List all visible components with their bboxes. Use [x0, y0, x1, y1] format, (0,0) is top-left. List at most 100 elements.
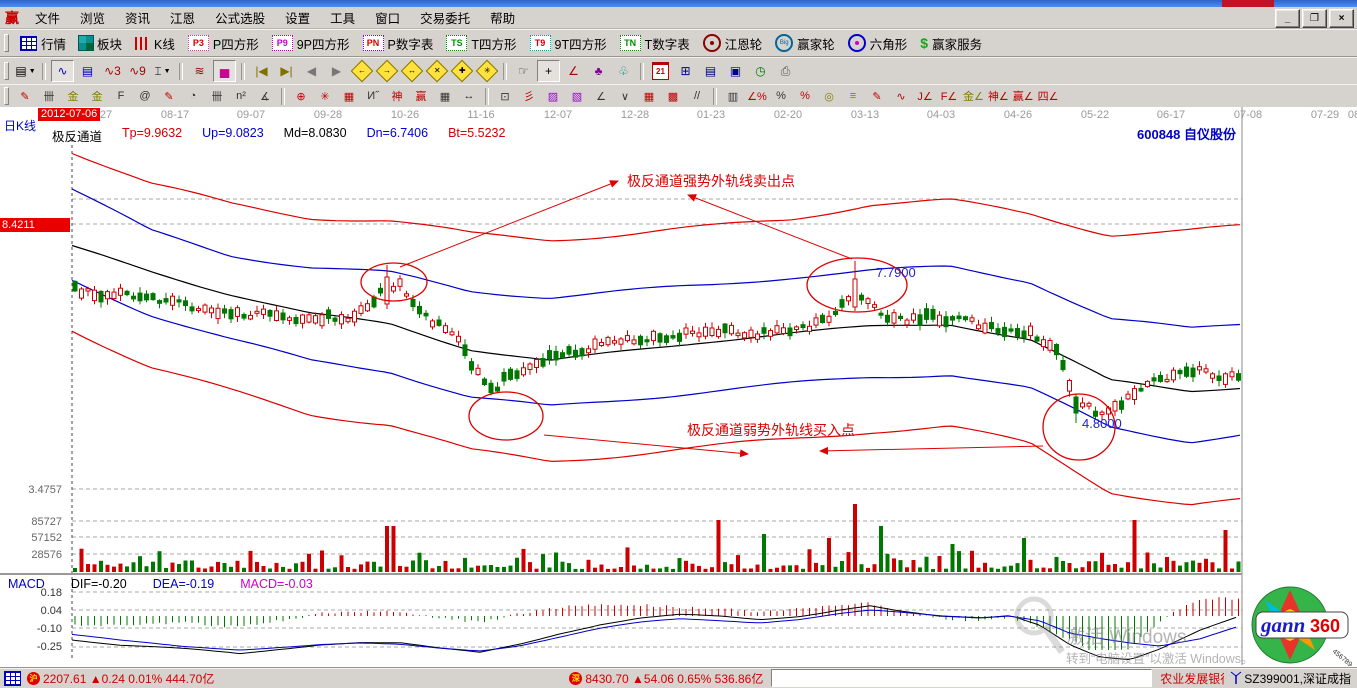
draw-grid-fan-2[interactable]: ▧: [566, 87, 588, 106]
tool-color-histogram[interactable]: ▅: [213, 60, 236, 82]
draw-gold-section-1[interactable]: 金: [62, 87, 84, 106]
menu-item-5[interactable]: 设置: [275, 6, 320, 29]
tool-region-zoom[interactable]: ∿: [51, 60, 74, 82]
toolbar-grip[interactable]: [4, 62, 9, 80]
tool-flower-tool[interactable]: ♣: [587, 60, 610, 82]
tool-prev-page[interactable]: ◀: [300, 60, 323, 82]
draw-grid-fan-1[interactable]: ▨: [542, 87, 564, 106]
tool-hand-tool[interactable]: ☞: [512, 60, 535, 82]
tool-gann-right[interactable]: →: [375, 60, 398, 82]
status-input-box[interactable]: [771, 669, 1152, 687]
draw-gold-angle[interactable]: 金∠: [962, 87, 985, 106]
toolbar-quotes[interactable]: 行情: [14, 32, 72, 55]
menu-item-6[interactable]: 工具: [320, 6, 365, 29]
tool-pattern-tool[interactable]: ≋: [188, 60, 211, 82]
draw-grid-123[interactable]: ▦: [434, 87, 456, 106]
draw-column-count[interactable]: ▥: [722, 87, 744, 106]
draw-parallel-lines[interactable]: //: [686, 87, 708, 106]
draw-grid-red-1[interactable]: ▦: [638, 87, 660, 106]
tool-gann-both[interactable]: ↔: [400, 60, 423, 82]
toolbar-winner-wheel[interactable]: Big赢家轮: [769, 32, 841, 55]
minimize-button[interactable]: _: [1275, 9, 1300, 28]
draw-gold-circle[interactable]: ◎: [818, 87, 840, 106]
draw-j-angle[interactable]: J∠: [914, 87, 936, 106]
quote-grid-icon[interactable]: [4, 671, 21, 686]
tool-next-page[interactable]: ▶: [325, 60, 348, 82]
chart-panel[interactable]: 07-2708-1709-0709-2810-2611-1612-0712-28…: [0, 107, 1357, 667]
draw-pen-measure[interactable]: ✎: [158, 87, 180, 106]
draw-f-angle[interactable]: F∠: [938, 87, 960, 106]
toolbar-sectors[interactable]: 板块: [73, 32, 128, 55]
tool-brain-tool[interactable]: ♧: [612, 60, 635, 82]
tool-period-selector[interactable]: ▤▼: [14, 60, 37, 82]
stock-label[interactable]: 600848 自仪股份: [1137, 124, 1236, 143]
draw-span-arrow[interactable]: ↔: [458, 87, 480, 106]
tool-crosshair-tool[interactable]: +: [537, 60, 560, 82]
draw-gold-section-2[interactable]: 金: [86, 87, 108, 106]
tool-printer[interactable]: ⎙: [774, 60, 797, 82]
draw-zigzag-tool[interactable]: ∨: [614, 87, 636, 106]
draw-gold-hlines[interactable]: ≡: [842, 87, 864, 106]
draw-shen-tool[interactable]: 神: [386, 87, 408, 106]
draw-shen-angle[interactable]: 神∠: [987, 87, 1010, 106]
current-index-label[interactable]: SZ399001,深证成指: [1244, 670, 1351, 687]
draw-ying-tool[interactable]: 赢: [410, 87, 432, 106]
draw-gann-vlines[interactable]: 卌: [38, 87, 60, 106]
menu-item-4[interactable]: 公式选股: [205, 6, 275, 29]
menu-item-2[interactable]: 资讯: [115, 6, 160, 29]
toolbar-p-number-table[interactable]: PNP数字表: [357, 32, 440, 55]
draw-fibo-lines[interactable]: F: [110, 87, 132, 106]
toolbar-hexagon[interactable]: 六角形: [842, 32, 914, 55]
restore-button[interactable]: ❐: [1302, 9, 1327, 28]
draw-wave-tool[interactable]: ∿: [890, 87, 912, 106]
draw-si-angle[interactable]: 四∠: [1037, 87, 1060, 106]
tool-mini-chart-3[interactable]: ∿3: [101, 60, 124, 82]
tool-notepad[interactable]: ▤: [699, 60, 722, 82]
draw-percent-line[interactable]: %: [794, 87, 816, 106]
toolbar-grip[interactable]: [4, 34, 9, 52]
tool-gann-cross[interactable]: ✕: [425, 60, 448, 82]
draw-spiral-tool[interactable]: @: [134, 87, 156, 106]
tool-angle-zoom[interactable]: ∠: [562, 60, 585, 82]
menu-item-8[interactable]: 交易委托: [410, 6, 480, 29]
draw-vlines-2[interactable]: 卌: [206, 87, 228, 106]
menu-item-3[interactable]: 江恩: [160, 6, 205, 29]
menu-item-1[interactable]: 浏览: [70, 6, 115, 29]
tool-calculator[interactable]: ⊞: [674, 60, 697, 82]
shenzhen-index-icon[interactable]: 深: [569, 672, 582, 685]
tool-gann-plus[interactable]: ✚: [450, 60, 473, 82]
draw-price-pen[interactable]: ✎: [866, 87, 888, 106]
tool-save[interactable]: ▣: [724, 60, 747, 82]
tool-info-panel[interactable]: ▤: [76, 60, 99, 82]
draw-k-mark[interactable]: И˝: [362, 87, 384, 106]
toolbar-kline[interactable]: K线: [129, 32, 181, 55]
tool-gann-star[interactable]: ✳: [475, 60, 498, 82]
draw-n-square[interactable]: n²: [230, 87, 252, 106]
shanghai-index-icon[interactable]: 沪: [27, 672, 40, 685]
draw-grid-red-2[interactable]: ▩: [662, 87, 684, 106]
menu-item-7[interactable]: 窗口: [365, 6, 410, 29]
draw-ying-angle[interactable]: 赢∠: [1012, 87, 1035, 106]
close-button[interactable]: ×: [1329, 9, 1354, 28]
toolbar-t-square[interactable]: TST四方形: [440, 32, 522, 55]
draw-angle-fan[interactable]: ∠: [590, 87, 612, 106]
draw-percent-angle[interactable]: ∠%: [746, 87, 768, 106]
draw-grid-box[interactable]: ▦: [338, 87, 360, 106]
draw-rect-measure[interactable]: ⊡: [494, 87, 516, 106]
menu-item-0[interactable]: 文件: [25, 6, 70, 29]
toolbar-grip[interactable]: [4, 87, 9, 105]
toolbar-gann-wheel[interactable]: 江恩轮: [697, 32, 769, 55]
tool-candle-style[interactable]: ⌶▼: [151, 60, 174, 82]
draw-time-circle[interactable]: ◔: [182, 87, 204, 106]
tool-last-page[interactable]: ▶|: [275, 60, 298, 82]
draw-protractor[interactable]: ∡: [254, 87, 276, 106]
menu-item-9[interactable]: 帮助: [480, 6, 525, 29]
draw-star-burst[interactable]: ✳: [314, 87, 336, 106]
tool-calendar[interactable]: 21: [649, 60, 672, 82]
draw-draw-pen[interactable]: ✎: [14, 87, 36, 106]
toolbar-9t-square[interactable]: T99T四方形: [524, 32, 613, 55]
draw-percent[interactable]: %: [770, 87, 792, 106]
tool-world-clock[interactable]: ◷: [749, 60, 772, 82]
toolbar-9p-square[interactable]: P99P四方形: [266, 32, 356, 55]
toolbar-winner-service[interactable]: $赢家服务: [914, 32, 988, 55]
